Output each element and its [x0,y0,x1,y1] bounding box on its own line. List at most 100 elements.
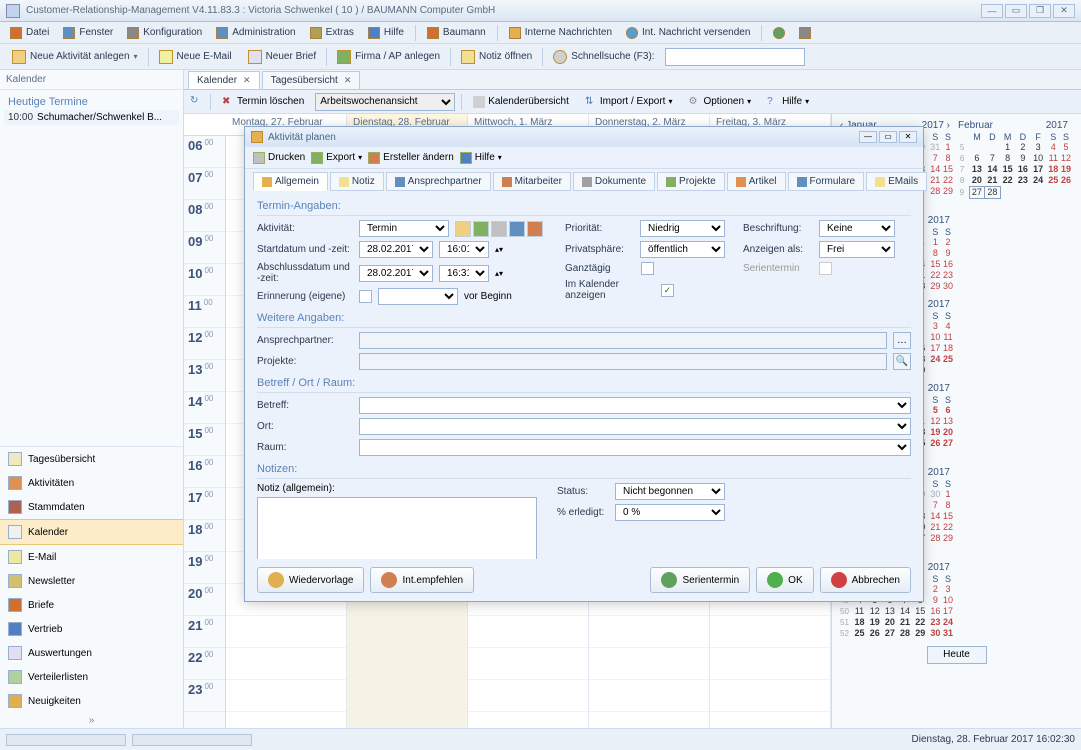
tab-dokumente[interactable]: Dokumente [573,172,655,191]
menu-fenster[interactable]: Fenster [57,25,119,41]
nav-newsletter[interactable]: Newsletter [0,569,183,593]
nav-neuigkeiten[interactable]: Neuigkeiten [0,689,183,713]
priv-select[interactable]: öffentlich [640,241,725,258]
tab-projekte[interactable]: Projekte [657,172,725,191]
tab-kalender[interactable]: Kalender✕ [188,71,260,89]
options-button[interactable]: ⚙Optionen▾ [683,94,756,110]
tab-notiz[interactable]: Notiz [330,172,384,191]
ersteller-button[interactable]: Ersteller ändern [368,152,454,164]
reminder-checkbox[interactable] [359,290,372,303]
ok-button[interactable]: OK [756,567,813,593]
start-time[interactable]: 16:01 [439,241,489,258]
nav-stammdaten[interactable]: Stammdaten [0,495,183,519]
close-icon[interactable]: ✕ [243,75,251,86]
tab-artikel[interactable]: Artikel [727,172,786,191]
section-betreff: Betreff / Ort / Raum: [257,374,911,393]
menu-administration[interactable]: Administration [210,25,301,41]
wiedervorlage-button[interactable]: Wiedervorlage [257,567,364,593]
user-icon[interactable] [767,25,791,41]
tab-ansprechpartner[interactable]: Ansprechpartner [386,172,491,191]
pct-select[interactable]: 0 % [615,504,725,521]
progress-bar [132,734,252,746]
projekte-input[interactable] [359,353,887,370]
menu-extras[interactable]: Extras [304,25,360,41]
status-select[interactable]: Nicht begonnen [615,483,725,500]
nav-briefe[interactable]: Briefe [0,593,183,617]
end-time[interactable]: 16:31 [439,265,489,282]
phone-icon[interactable] [793,25,817,41]
nav-auswertungen[interactable]: Auswertungen [0,641,183,665]
beschr-select[interactable]: Keine [819,220,895,237]
schnellsuche-label: Schnellsuche (F3): [547,48,660,66]
menu-datei[interactable]: Datei [4,25,55,41]
tab-emails[interactable]: EMails [866,172,927,191]
menu-konfiguration[interactable]: Konfiguration [121,25,208,41]
app-icon [6,4,20,18]
separator [148,48,149,66]
end-date[interactable]: 28.02.2017 [359,265,433,282]
refresh-icon[interactable]: ↻ [190,95,204,109]
start-date[interactable]: 28.02.2017 [359,241,433,258]
nav-aktivitaeten[interactable]: Aktivitäten [0,471,183,495]
today-title: Heutige Termine [4,94,179,110]
dialog-icon [251,131,263,143]
new-brief-button[interactable]: Neuer Brief [242,48,323,66]
tab-tagesuebersicht[interactable]: Tagesübersicht✕ [262,71,361,89]
import-export-button[interactable]: ⇅Import / Export▾ [580,94,678,110]
betreff-input[interactable] [359,397,911,414]
nav-tagesuebersicht[interactable]: Tagesübersicht [0,447,183,471]
notiz-textarea[interactable] [257,497,537,559]
menu-hilfe[interactable]: Hilfe [362,25,410,41]
help-button[interactable]: ?Hilfe▾ [762,94,814,110]
close-button[interactable]: ✕ [1053,4,1075,18]
heute-button[interactable]: Heute [927,646,987,664]
anzeigen-select[interactable]: Frei [819,241,895,258]
ort-input[interactable] [359,418,911,435]
nav-email[interactable]: E-Mail [0,545,183,569]
tab-mitarbeiter[interactable]: Mitarbeiter [493,172,571,191]
new-email-button[interactable]: Neue E-Mail [153,48,238,66]
reminder-select[interactable] [378,288,458,305]
minimize-button[interactable]: — [981,4,1003,18]
activity-icons[interactable] [455,221,543,237]
tab-allgemein[interactable]: Allgemein [253,172,328,191]
raum-input[interactable] [359,439,911,456]
dialog-close[interactable]: ✕ [899,131,917,143]
today-appointment[interactable]: 10:00 Schumacher/Schwenkel B... [4,110,179,125]
new-activity-button[interactable]: Neue Aktivität anlegen▾ [6,48,144,66]
serientermin-button[interactable]: Serientermin [650,567,750,593]
showincal-checkbox[interactable]: ✓ [661,284,674,297]
restore-button[interactable]: ❐ [1029,4,1051,18]
nav-kalender[interactable]: Kalender [0,519,183,545]
separator [450,48,451,66]
ap-lookup-icon[interactable]: … [893,332,911,349]
prio-select[interactable]: Niedrig [640,220,725,237]
projekte-lookup-icon[interactable]: 🔍 [893,353,911,370]
drucken-button[interactable]: Drucken [253,152,305,164]
notiz-button[interactable]: Notiz öffnen [455,48,538,66]
dialog-minimize[interactable]: — [859,131,877,143]
overview-button[interactable]: Kalenderübersicht [468,94,574,110]
menu-interne-nachrichten[interactable]: Interne Nachrichten [503,25,618,41]
schnellsuche-input[interactable] [665,48,805,66]
tab-formulare[interactable]: Formulare [788,172,865,191]
close-icon[interactable]: ✕ [344,75,352,86]
allday-checkbox[interactable] [641,262,654,275]
nav-verteilerlisten[interactable]: Verteilerlisten [0,665,183,689]
menu-int-nachricht-versenden[interactable]: Int. Nachricht versenden [620,25,756,41]
delete-termin-button[interactable]: ✖Termin löschen [217,94,309,110]
menu-baumann[interactable]: Baumann [421,25,492,41]
abbrechen-button[interactable]: Abbrechen [820,567,911,593]
dialog-maximize[interactable]: ▭ [879,131,897,143]
nav-chevron-icon[interactable]: » [0,713,183,728]
firma-ap-button[interactable]: Firma / AP anlegen [331,48,446,66]
ap-input[interactable] [359,332,887,349]
maximize-button[interactable]: ▭ [1005,4,1027,18]
nav-vertrieb[interactable]: Vertrieb [0,617,183,641]
mini-cal[interactable]: Februar2017MDMDFSS5123456678910111271314… [955,119,1071,199]
int-empfehlen-button[interactable]: Int.empfehlen [370,567,474,593]
export-button[interactable]: Export▾ [311,152,362,164]
view-select[interactable]: Arbeitswochenansicht [315,93,455,111]
aktivitaet-select[interactable]: Termin [359,220,449,237]
hilfe-button[interactable]: Hilfe▾ [460,152,502,164]
